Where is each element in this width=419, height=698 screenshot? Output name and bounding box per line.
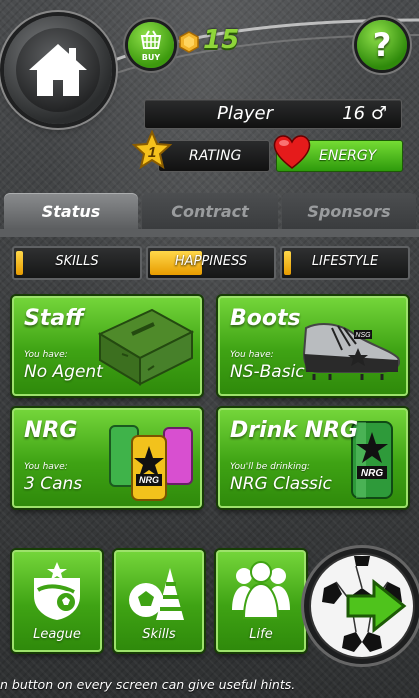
hint-text: n button on every screen can give useful… <box>0 677 296 692</box>
people-icon <box>232 561 290 619</box>
player-name: Player <box>217 103 274 124</box>
tab-contract-label: Contract <box>171 201 249 221</box>
drink-sub: You'll be drinking: <box>230 462 310 472</box>
heart-icon <box>273 135 311 169</box>
tab-status-label: Status <box>41 201 101 221</box>
coin-count: 15 <box>203 25 240 55</box>
drink-title: Drink NRG <box>230 418 359 443</box>
buy-button[interactable]: BUY <box>128 22 174 68</box>
boot-brand: NSG <box>355 332 371 339</box>
home-button[interactable] <box>4 16 112 124</box>
nrg-value: 3 Cans <box>24 474 83 494</box>
boot-icon: NSG <box>302 323 400 380</box>
tab-sponsors-label: Sponsors <box>307 201 391 221</box>
star-icon: 1 <box>132 130 172 170</box>
life-button[interactable]: Life <box>216 550 306 652</box>
rating-level: 1 <box>148 144 156 161</box>
coin-icon <box>179 31 199 53</box>
skills-label: Skills <box>142 627 176 642</box>
nrg-can-text: NRG <box>139 475 159 485</box>
league-label: League <box>33 627 81 642</box>
rating-label: RATING <box>189 148 242 164</box>
skills-button[interactable]: Skills <box>114 550 204 652</box>
boots-sub: You have: <box>230 350 274 360</box>
next-button[interactable] <box>304 548 419 664</box>
stat-happiness[interactable]: HAPPINESS <box>146 246 276 280</box>
help-button[interactable]: ? <box>357 20 407 70</box>
staff-value: No Agent <box>24 362 103 382</box>
boots-title: Boots <box>230 306 301 331</box>
buy-label: BUY <box>141 53 161 62</box>
tab-status[interactable]: Status <box>4 193 138 229</box>
stat-happiness-label: HAPPINESS <box>174 254 248 269</box>
drink-can-text: NRG <box>361 468 383 479</box>
nrg-cans-icon: NRG <box>109 425 193 501</box>
staff-sub: You have: <box>24 350 68 360</box>
nrg-card[interactable]: NRG NRG You have: 3 Cans <box>12 408 202 508</box>
nrg-title: NRG <box>24 418 78 443</box>
tab-panel-edge <box>0 229 419 237</box>
tab-bar: Status Contract Sponsors <box>0 193 419 229</box>
drink-nrg-card[interactable]: NRG Drink NRG You'll be drinking: NRG Cl… <box>218 408 408 508</box>
tab-contract[interactable]: Contract <box>142 193 278 229</box>
question-icon: ? <box>372 26 392 64</box>
stat-lifestyle-label: LIFESTYLE <box>311 254 379 269</box>
drink-value: NRG Classic <box>230 474 332 494</box>
staff-card[interactable]: Staff You have: No Agent <box>12 296 202 396</box>
boots-value: NS-Basic <box>230 362 305 382</box>
stat-lifestyle[interactable]: LIFESTYLE <box>280 246 410 280</box>
boots-card[interactable]: NSG Boots You have: NS-Basic <box>218 296 408 396</box>
stat-skills-label: SKILLS <box>55 254 99 269</box>
staff-title: Staff <box>24 306 84 331</box>
league-button[interactable]: League <box>12 550 102 652</box>
ball-cone-icon <box>129 568 184 620</box>
stat-skills[interactable]: SKILLS <box>12 246 142 280</box>
briefcase-icon <box>97 308 195 386</box>
rating-bar: RATING <box>158 140 270 172</box>
football-arrow-icon <box>309 553 415 659</box>
player-info-bar: Player 16 ♂ <box>144 99 402 129</box>
house-icon <box>29 44 87 96</box>
nrg-sub: You have: <box>24 462 68 472</box>
tab-sponsors[interactable]: Sponsors <box>282 193 416 229</box>
player-age: 16 ♂ <box>342 103 387 124</box>
basket-icon <box>140 30 162 49</box>
shield-ball-icon <box>34 562 80 620</box>
energy-label: ENERGY <box>319 148 377 164</box>
life-label: Life <box>249 627 273 642</box>
